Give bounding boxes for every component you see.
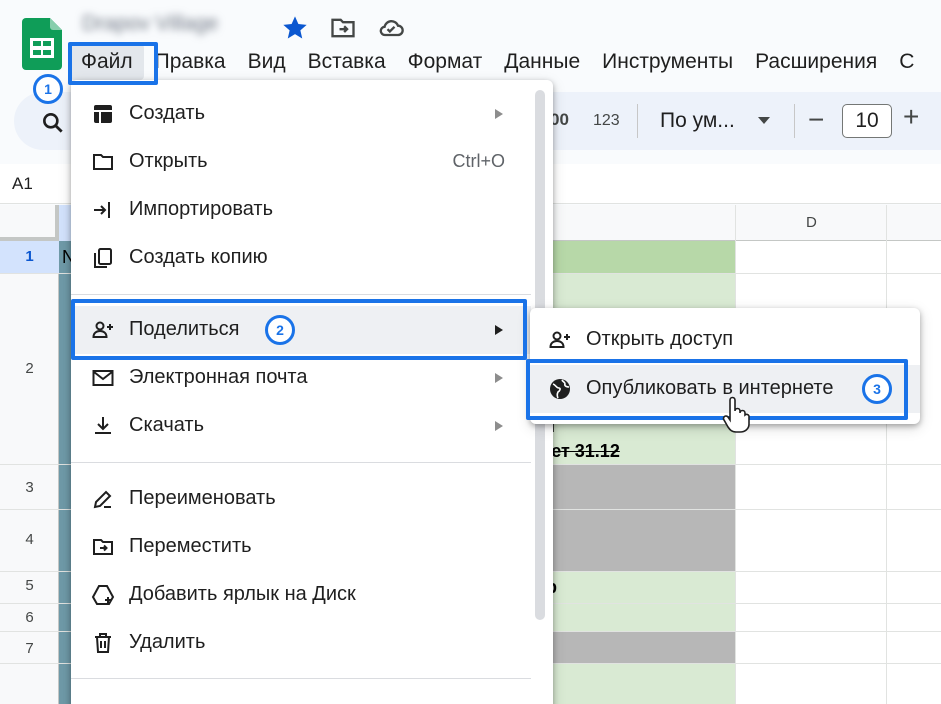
file-menu-drive-shortcut[interactable]: Добавить ярлык на Диск [71,571,531,619]
cell-c8[interactable] [535,663,735,704]
menu-data[interactable]: Данные [493,44,591,80]
hand-pointer-icon [722,396,750,433]
font-family-value: По ум... [660,109,735,132]
row-header-7[interactable]: 7 [0,640,59,657]
cell-c5[interactable] [535,571,735,603]
file-menu-delete[interactable]: Удалить [71,619,531,667]
import-icon [94,202,110,218]
row-header-5[interactable]: 5 [0,577,59,594]
star-icon[interactable] [281,14,309,42]
file-menu-move[interactable]: Переместить [71,523,531,571]
name-box[interactable]: A1 [12,174,33,194]
search-icon[interactable] [40,110,66,136]
font-size-input[interactable]: 10 [842,104,892,138]
menu-item-shortcut: Ctrl+O [452,151,505,171]
file-menu-import[interactable]: Импортировать [71,186,531,234]
menu-divider [71,462,531,463]
menu-item-label: Добавить ярлык на Диск [129,583,356,605]
cell-c3[interactable] [535,464,735,509]
download-icon [95,417,111,434]
menu-tools[interactable]: Инструменты [591,44,744,80]
cell-c4[interactable] [535,509,735,571]
menu-item-label: Создать копию [129,246,268,268]
file-menu: Создать Открыть Ctrl+O Импортировать Соз… [71,80,553,704]
toolbar-separator [637,104,638,138]
chevron-down-icon [758,117,770,124]
menu-bar: Файл Правка Вид Вставка Формат Данные Ин… [70,44,925,80]
step-2-badge: 2 [265,315,295,345]
format-number-button[interactable]: 123 [593,112,620,130]
menu-item-label: Скачать [129,414,204,436]
file-menu-create[interactable]: Создать [71,90,531,138]
cell-c6[interactable] [535,603,735,631]
menu-view[interactable]: Вид [237,44,297,80]
mail-icon [92,370,114,386]
column-header-d[interactable]: D [806,214,817,231]
file-menu-open[interactable]: Открыть Ctrl+O [71,138,531,186]
menu-divider [71,294,531,295]
row-header-3[interactable]: 3 [0,479,59,496]
toolbar-separator [794,104,795,138]
menu-help-partial[interactable]: С [888,44,925,80]
drive-shortcut-icon [91,585,115,605]
cell-c1[interactable] [535,241,735,273]
menu-divider [71,678,531,679]
row-header-2[interactable]: 2 [0,360,59,377]
file-menu-email[interactable]: Электронная почта [71,354,531,402]
trash-icon [95,633,111,653]
person-add-icon [549,331,570,348]
menu-item-label: Создать [129,102,206,124]
row-header-4[interactable]: 4 [0,531,59,548]
menu-format[interactable]: Формат [397,44,494,80]
menu-extensions[interactable]: Расширения [744,44,888,80]
file-menu-copy[interactable]: Создать копию [71,234,531,282]
step-3-badge: 3 [862,374,892,404]
row-header-1[interactable]: 1 [0,241,59,273]
font-size-increase-button[interactable]: + [903,101,919,133]
menu-item-label: Импортировать [129,198,274,220]
sheets-window: Drapov Village Файл Правка Вид Вставка Ф… [0,0,941,704]
google-sheets-logo[interactable] [22,18,62,70]
select-all-corner[interactable] [0,205,59,241]
file-menu-rename[interactable]: Переименовать [71,475,531,523]
column-header-a[interactable] [59,205,71,241]
file-menu-download[interactable]: Скачать [71,402,531,450]
share-submenu-open-access[interactable]: Открыть доступ [530,316,920,364]
submenu-arrow-icon [495,373,503,383]
menu-item-label: Переименовать [129,487,276,509]
submenu-arrow-icon [495,421,503,431]
submenu-arrow-icon [495,109,503,119]
column-a-selected[interactable] [59,241,71,704]
cloud-saved-icon[interactable] [377,14,405,42]
step-1-badge: 1 [33,74,63,104]
font-size-decrease-button[interactable]: − [808,104,824,136]
table-create-icon [94,105,112,123]
folder-icon [93,154,113,170]
folder-move-icon [93,539,113,555]
font-family-select[interactable]: По ум... [650,100,778,142]
menu-item-label: Открыть [129,150,208,172]
menu-item-label: Электронная почта [129,366,308,388]
copy-icon [94,248,112,268]
menu-item-label: Открыть доступ [586,328,734,350]
highlight-publish-item [526,359,908,420]
highlight-file-menu [68,42,158,85]
highlight-share-item [71,299,527,360]
column-divider [735,205,736,704]
document-title[interactable]: Drapov Village [82,12,218,40]
menu-insert[interactable]: Вставка [297,44,397,80]
pencil-icon [93,490,112,509]
menu-item-label: Переместить [129,535,252,557]
row-header-column [0,205,59,704]
menu-item-label: Удалить [129,631,206,653]
row-header-6[interactable]: 6 [0,609,59,626]
move-folder-icon[interactable] [329,14,357,42]
cell-c7[interactable] [535,631,735,663]
column-divider [886,205,887,704]
